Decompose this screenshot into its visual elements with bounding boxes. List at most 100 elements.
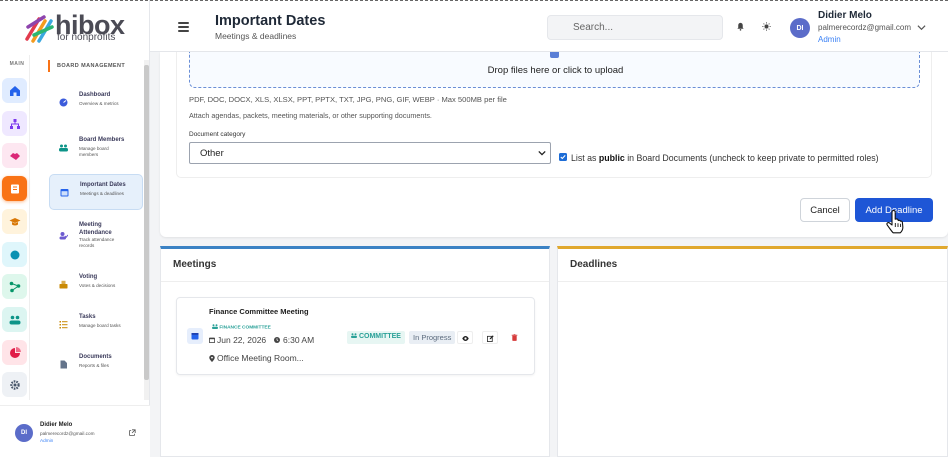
external-link-icon[interactable]	[128, 429, 136, 437]
menu-item-meeting-attendance[interactable]: Meeting Attendance Track attendance recor…	[49, 218, 143, 254]
menu-item-subtitle: Reports & files	[79, 363, 109, 368]
rail-circle-button[interactable]	[2, 242, 27, 267]
trash-icon	[511, 333, 518, 341]
eye-icon	[462, 335, 469, 341]
attachments-section: Drop files here or click to upload PDF, …	[176, 52, 932, 178]
menu-item-tasks[interactable]: Tasks Manage board tasks	[49, 307, 143, 343]
rail-team-button[interactable]	[2, 307, 27, 332]
header-user-name: Didier Melo	[818, 10, 872, 21]
hibox-logo-icon	[25, 15, 54, 43]
page-title: Important Dates	[215, 13, 326, 29]
menu-item-subtitle: Votes & decisions	[79, 283, 116, 288]
menu-item-documents[interactable]: Documents Reports & files	[49, 347, 143, 383]
bell-icon[interactable]	[736, 22, 745, 31]
public-checkbox[interactable]	[559, 153, 567, 161]
menu-item-title: Documents	[79, 354, 112, 360]
rail-label: MAIN	[9, 61, 25, 67]
menu-item-subtitle: Manage board tasks	[79, 323, 121, 328]
menu-scrollbar-thumb[interactable]	[144, 65, 149, 380]
circle-icon	[10, 250, 19, 259]
gear-icon	[9, 379, 20, 390]
tasks-icon	[59, 321, 68, 329]
team-icon	[212, 324, 218, 329]
menu-item-subtitle: Track attendance records	[79, 237, 115, 248]
meeting-committee-tag: FINANCE COMMITTEE	[212, 324, 271, 331]
delete-meeting-button[interactable]	[507, 331, 523, 344]
menu-item-subtitle: Manage board members	[79, 146, 109, 157]
top-header: Important Dates Meetings & deadlines Sea…	[150, 0, 948, 52]
sidebar-user-card: DI Didier Melo palmerecordz@gmail.com Ad…	[0, 405, 150, 457]
brand-logo[interactable]: hibox for nonprofits	[24, 10, 144, 46]
upload-icon	[550, 52, 559, 58]
menu-item-title: Meeting Attendance	[79, 222, 112, 236]
clock-icon	[274, 337, 280, 343]
rail-board-button[interactable]	[2, 176, 27, 201]
cancel-button[interactable]: Cancel	[800, 198, 850, 222]
menu-item-board-members[interactable]: Board Members Manage board members	[49, 130, 143, 166]
pie-icon	[9, 346, 21, 358]
meeting-calendar-icon	[187, 328, 203, 344]
add-deadline-form: Drop files here or click to upload PDF, …	[160, 52, 948, 237]
header-user-email: palmerecordz@gmail.com	[818, 23, 912, 32]
home-icon	[9, 85, 20, 96]
check-icon	[560, 155, 566, 160]
menu-item-title: Tasks	[79, 314, 96, 320]
menu-item-title: Important Dates	[80, 182, 126, 188]
chevron-down-icon	[538, 150, 546, 156]
calendar-icon	[209, 337, 215, 343]
handshake-icon	[9, 152, 20, 160]
file-dropzone[interactable]: Drop files here or click to upload	[189, 52, 920, 88]
calendar-icon	[60, 189, 69, 197]
meeting-title: Finance Committee Meeting	[209, 307, 309, 316]
meetings-panel: Meetings Finance Committee Meeting FINAN…	[160, 246, 550, 457]
location-pin-icon	[209, 355, 215, 362]
menu-item-voting[interactable]: Voting Votes & decisions	[49, 267, 143, 303]
rail-network-button[interactable]	[2, 274, 27, 299]
status-badge: In Progress	[409, 331, 456, 344]
public-checkbox-label[interactable]: List as public in Board Documents (unche…	[571, 153, 879, 163]
avatar[interactable]: DI	[15, 424, 33, 442]
meeting-card[interactable]: Finance Committee Meeting FINANCE COMMIT…	[176, 297, 535, 375]
menu-item-dashboard[interactable]: Dashboard Overview & metrics	[49, 85, 143, 121]
hand-cursor-icon	[886, 210, 904, 234]
brand-tagline: for nonprofits	[57, 32, 116, 43]
committee-badge: COMMITTEE	[347, 331, 405, 344]
rail-gear-button[interactable]	[2, 372, 27, 397]
menu-item-title: Voting	[79, 274, 98, 280]
rail-pie-button[interactable]	[2, 340, 27, 365]
org-chart-icon	[9, 118, 20, 129]
rail-graduation-button[interactable]	[2, 209, 27, 234]
document-icon	[60, 360, 67, 369]
menu-item-subtitle: Overview & metrics	[79, 101, 119, 106]
menu-item-title: Board Members	[79, 137, 125, 143]
sidebar: hibox for nonprofits MAIN BOARD MANAGEME…	[0, 0, 150, 457]
menu-heading: BOARD MANAGEMENT	[48, 60, 125, 72]
menu-item-important-dates[interactable]: Important Dates Meetings & deadlines	[49, 174, 143, 210]
dropzone-text: Drop files here or click to upload	[487, 65, 624, 76]
header-avatar[interactable]: DI	[790, 18, 810, 38]
deadlines-panel: Deadlines	[557, 246, 948, 457]
board-icon	[10, 184, 19, 193]
rail-org-chart-button[interactable]	[2, 111, 27, 136]
user-email: palmerecordz@gmail.com	[40, 431, 95, 436]
search-input[interactable]: Search...	[547, 15, 723, 40]
board-management-menu: BOARD MANAGEMENT Dashboard Overview & met…	[40, 55, 150, 400]
document-category-value: Other	[200, 148, 224, 159]
meeting-date: Jun 22, 2026	[217, 335, 267, 345]
edit-meeting-button[interactable]	[482, 331, 498, 344]
chevron-down-icon[interactable]	[917, 24, 926, 31]
header-user-role: Admin	[818, 35, 841, 44]
team-icon	[9, 315, 20, 324]
members-icon	[59, 144, 68, 152]
rail-handshake-button[interactable]	[2, 143, 27, 168]
theme-toggle-icon[interactable]	[762, 22, 771, 31]
rail-home-button[interactable]	[2, 78, 27, 103]
menu-toggle-icon[interactable]	[178, 22, 189, 32]
page-subtitle: Meetings & deadlines	[215, 31, 297, 41]
allowed-file-types: PDF, DOC, DOCX, XLS, XLSX, PPT, PPTX, TX…	[189, 95, 507, 104]
document-category-select[interactable]: Other	[189, 142, 551, 164]
meeting-time: 6:30 AM	[283, 335, 315, 345]
menu-item-title: Dashboard	[79, 92, 111, 98]
view-meeting-button[interactable]	[457, 331, 473, 344]
document-category-label: Document category	[189, 131, 246, 138]
